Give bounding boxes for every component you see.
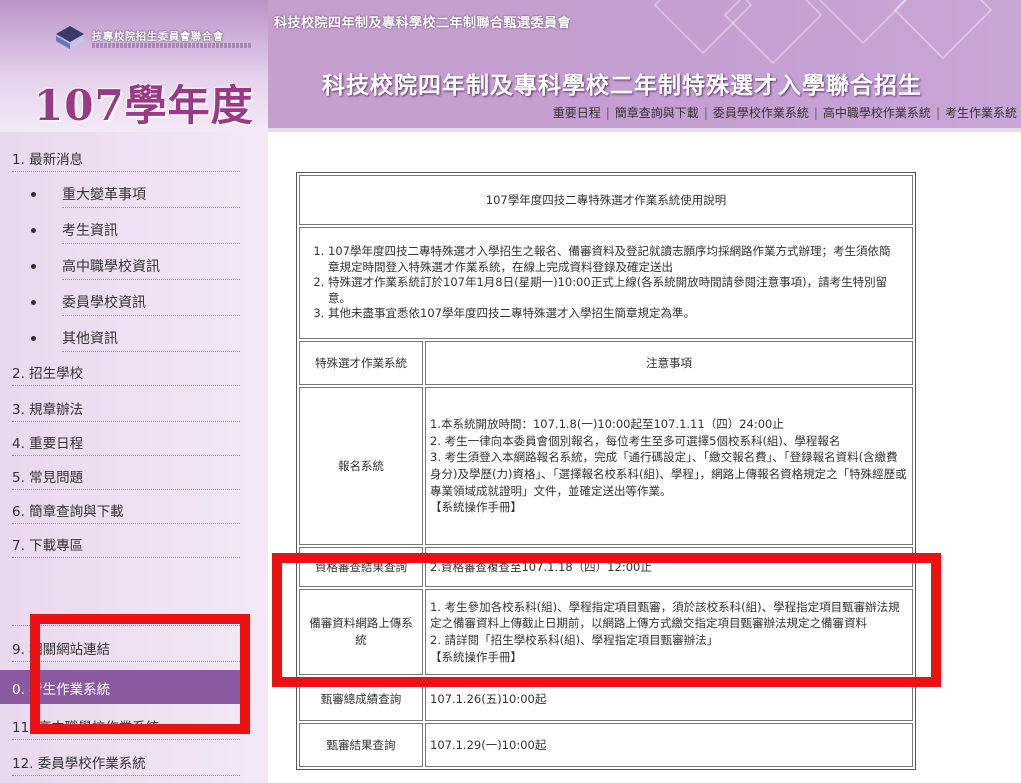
logo-org-subtitle [92,43,252,48]
sidebar-item-label: 高中職學校資訊 [62,259,160,275]
top-link-brochure[interactable]: 簡章查詢與下載 [615,106,699,120]
divider [62,315,240,316]
sidebar-item-label: 12. 委員學校作業系統 [12,756,146,772]
sidebar-item-label: 6. 簡章查詢與下載 [12,504,124,520]
sidebar-item-2[interactable]: 考生資訊 [0,212,248,246]
sidebar-item-11[interactable]: 7. 下載專區 [0,526,248,560]
top-link-examinee-system[interactable]: 考生作業系統 [945,106,1017,120]
bullet-icon [31,264,36,269]
year-title: 107學年度 [34,81,254,130]
committee-title: 科技校院四年制及專科學校二年制聯合甄選委員會 [274,16,572,31]
instructions-list: 107學年度四技二專特殊選才入學招生之報名、備審資料及登記就讀志願序均採網路作業… [304,244,908,322]
row-notes-registration: 1.本系統開放時間：107.1.8(一)10:00起至107.1.11（四）24… [425,387,913,545]
separator: | [703,106,708,120]
divider [12,421,240,422]
system-manual-link[interactable]: 【系統操作手冊】 [430,499,908,516]
separator: | [935,106,940,120]
top-link-schedule[interactable]: 重要日程 [553,106,601,120]
instruction-item: 其他未盡事宜悉依107學年度四技二專特殊選才入學招生簡章規定為準。 [328,306,900,322]
row-label-registration[interactable]: 報名系統 [299,387,423,545]
note-line: 107.1.29(一)10:00起 [430,737,547,752]
separator: | [605,106,610,120]
sidebar-item-3[interactable]: 高中職學校資訊 [0,248,248,282]
content-divider [268,128,1021,132]
instruction-item: 107學年度四技二專特殊選才入學招生之報名、備審資料及登記就讀志願序均採網路作業… [328,244,900,275]
page-title: 科技校院四年制及專科學校二年制特殊選才入學聯合招生 [322,73,922,99]
sidebar-item-label: 委員學校資訊 [62,295,146,311]
note-line: 1.本系統開放時間：107.1.8(一)10:00起至107.1.11（四）24… [430,416,784,431]
sidebar-item-1[interactable]: 重大變革事項 [0,176,248,210]
sidebar-item-4[interactable]: 委員學校資訊 [0,284,248,318]
divider [62,207,240,208]
sidebar-item-16[interactable]: 12. 委員學校作業系統 [0,744,248,778]
note-line: 107.1.26(五)10:00起 [430,691,547,706]
bullet-icon [31,228,36,233]
divider [12,455,240,456]
sidebar-item-label: 7. 下載專區 [12,538,84,554]
logo-area: 技專校院招生委員會聯合會 107學年度 [0,0,268,132]
sidebar-item-label: 3. 規章辦法 [12,402,84,418]
note-line: 2. 考生一律向本委員會個別報名，每位考生至多可選擇5個校系科(組)、學程報名 [430,433,841,448]
top-nav-links: 重要日程 | 簡章查詢與下載 | 委員學校作業系統 | 高中職學校作業系統 | 考生作業系統 [553,104,1017,121]
divider [62,243,240,244]
sidebar-item-label: 1. 最新消息 [12,152,84,168]
sidebar-item-label: 考生資訊 [62,223,118,239]
sidebar-item-label: 其他資訊 [62,331,118,347]
divider [12,775,240,776]
divider [62,279,240,280]
highlight-box-table [272,553,941,687]
note-line: 3. 考生須登入本網路報名系統，完成「通行碼設定」、「繳交報名費」、「登錄報名資… [430,450,907,498]
sidebar-item-label: 2. 招生學校 [12,366,84,382]
header-decoration [723,0,823,65]
highlight-box-sidebar [30,614,250,734]
sidebar-item-0[interactable]: 1. 最新消息 [0,140,248,174]
divider [62,351,240,352]
row-notes-final-result: 107.1.29(一)10:00起 [425,723,913,767]
sidebar-item-10[interactable]: 6. 簡章查詢與下載 [0,492,248,526]
sidebar-item-label: 5. 常見問題 [12,470,84,486]
sidebar-item-label: 重大變革事項 [62,187,146,203]
column-header-system: 特殊選才作業系統 [299,341,423,385]
divider [12,171,240,172]
sidebar-item-6[interactable]: 2. 招生學校 [0,354,248,388]
sidebar-item-label: 4. 重要日程 [12,436,84,452]
divider [12,557,240,558]
sidebar-item-8[interactable]: 4. 重要日程 [0,424,248,458]
top-link-high-school-system[interactable]: 高中職學校作業系統 [823,106,931,120]
header: 科技校院四年制及專科學校二年制聯合甄選委員會 科技校院四年制及專科學校二年制特殊… [268,0,1021,128]
logo-org-name: 技專校院招生委員會聯合會 [92,32,224,43]
instruction-item: 特殊選才作業系統訂於107年1月8日(星期一)10:00正式上線(各系統開放時間… [328,275,900,306]
divider [12,739,240,740]
instructions-cell: 107學年度四技二專特殊選才入學招生之報名、備審資料及登記就讀志願序均採網路作業… [299,227,913,339]
bullet-icon [31,336,36,341]
bullet-icon [31,300,36,305]
divider [12,523,240,524]
header-decoration [893,0,993,60]
bullet-icon [31,192,36,197]
logo-emblem-icon[interactable] [54,22,86,50]
sidebar-item-9[interactable]: 5. 常見問題 [0,458,248,492]
sidebar-item-7[interactable]: 3. 規章辦法 [0,390,248,424]
separator: | [813,106,818,120]
table-title: 107學年度四技二專特殊選才作業系統使用說明 [299,175,913,225]
sidebar-item-5[interactable]: 其他資訊 [0,320,248,354]
top-link-member-school-system[interactable]: 委員學校作業系統 [713,106,809,120]
divider [12,489,240,490]
column-header-notes: 注意事項 [425,341,913,385]
row-label-final-result[interactable]: 甄審結果查詢 [299,723,423,767]
divider [12,385,240,386]
